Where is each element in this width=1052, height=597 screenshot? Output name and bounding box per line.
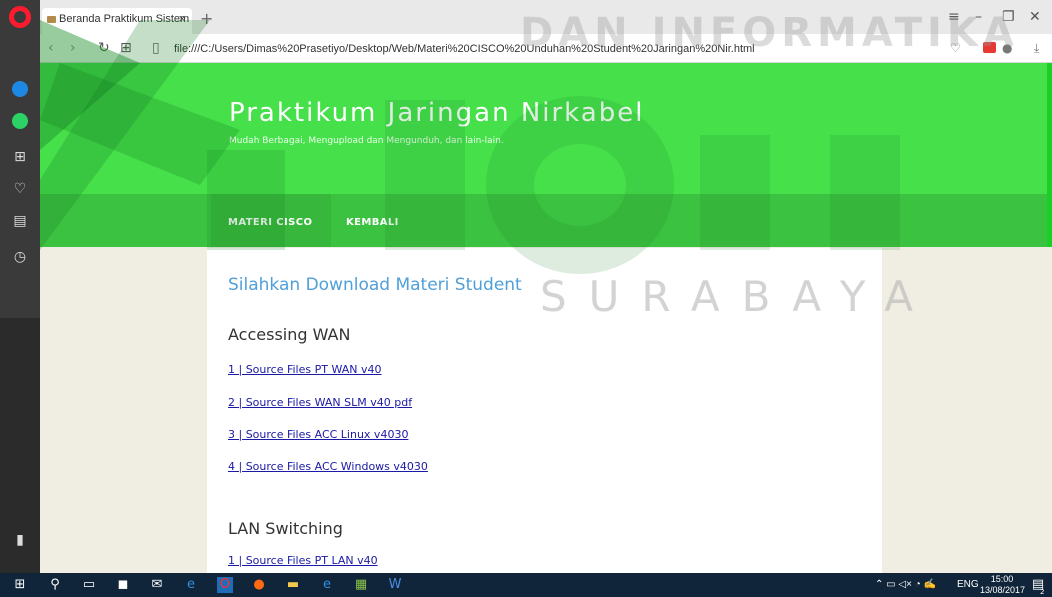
address-bar: ‹ › ↻ ⊞ ▯ file:///C:/Users/Dimas%20Prase…: [40, 34, 1052, 63]
screen: ⊞ ♡ ▤ ◷ ▮ Beranda Praktikum Sistem × + ≡…: [0, 0, 1052, 597]
back-icon[interactable]: ‹: [48, 38, 54, 58]
history-clock-icon[interactable]: ◷: [8, 246, 32, 268]
adblock-icon[interactable]: [983, 42, 996, 53]
tab-bar: Beranda Praktikum Sistem × + ≡ – ❐ ✕: [40, 0, 1052, 34]
internet-explorer-icon[interactable]: e: [319, 577, 335, 593]
download-link[interactable]: 1 | Source Files PT LAN v40: [228, 554, 378, 567]
search-icon[interactable]: ⚲: [47, 577, 63, 593]
site-tagline: Mudah Berbagai, Mengupload dan Mengunduh…: [229, 136, 504, 146]
favicon-icon: [47, 16, 56, 23]
file-explorer-icon[interactable]: ▬: [285, 577, 301, 593]
url-field[interactable]: file:///C:/Users/Dimas%20Prasetiyo/Deskt…: [174, 40, 755, 58]
windows-start-icon[interactable]: ⊞: [12, 577, 28, 593]
clock-time: 15:00: [990, 574, 1014, 584]
tab-close-icon[interactable]: ×: [178, 8, 186, 30]
nav-kembali[interactable]: KEMBALI: [346, 217, 399, 228]
reload-icon[interactable]: ↻: [98, 38, 110, 58]
download-link[interactable]: 2 | Source Files WAN SLM v40 pdf: [228, 396, 412, 409]
main-nav: [40, 194, 1047, 247]
restore-icon[interactable]: ❐: [1002, 8, 1015, 26]
language-indicator[interactable]: ENG: [957, 577, 979, 593]
taskbar: ⊞ ⚲ ▭ ◼ ✉ e O ● ▬ e ▦ W ⌃ ▭ ◁× ◔ ✍ ENG 1…: [0, 573, 1052, 597]
notepad-icon[interactable]: ▦: [353, 577, 369, 593]
tab-title: Beranda Praktikum Sistem: [59, 13, 190, 25]
page-scrollbar[interactable]: [1047, 63, 1052, 247]
nav-materi-cisco[interactable]: MATERI CISCO: [228, 217, 312, 228]
download-link[interactable]: 1 | Source Files PT WAN v40: [228, 363, 382, 376]
browser-tab[interactable]: Beranda Praktikum Sistem ×: [42, 8, 192, 34]
download-icon[interactable]: ⤓: [1034, 39, 1039, 57]
opera-taskbar-icon[interactable]: O: [217, 577, 233, 593]
firefox-icon[interactable]: ●: [251, 577, 267, 593]
speed-dial-icon[interactable]: ⊞: [8, 146, 32, 168]
clock[interactable]: 15:00 13/08/2017: [980, 574, 1026, 596]
content-heading: Silahkan Download Materi Student: [228, 275, 522, 295]
task-view-icon[interactable]: ▭: [81, 577, 97, 593]
speed-dial-grid-icon[interactable]: ⊞: [120, 38, 132, 58]
download-link[interactable]: 4 | Source Files ACC Windows v4030: [228, 460, 428, 473]
new-tab-button[interactable]: +: [200, 8, 213, 30]
news-icon[interactable]: ▤: [8, 210, 32, 232]
section-title-accessing-wan: Accessing WAN: [228, 325, 351, 344]
word-icon[interactable]: W: [387, 577, 403, 593]
tray-icons[interactable]: ⌃ ▭ ◁× ◔ ✍: [875, 577, 936, 593]
vpn-icon[interactable]: ●: [1002, 39, 1012, 57]
whatsapp-icon[interactable]: [12, 113, 28, 129]
opera-sidebar: ⊞ ♡ ▤ ◷ ▮: [0, 0, 40, 573]
bookmark-heart-icon[interactable]: ♡: [950, 39, 961, 57]
forward-icon[interactable]: ›: [70, 38, 76, 58]
messenger-icon[interactable]: [12, 81, 28, 97]
section-title-lan-switching: LAN Switching: [228, 519, 343, 538]
page-info-icon[interactable]: ▯: [152, 38, 160, 58]
minimize-icon[interactable]: –: [975, 8, 982, 26]
download-link[interactable]: 3 | Source Files ACC Linux v4030: [228, 428, 408, 441]
tab-menu-icon[interactable]: ≡: [948, 8, 960, 26]
web-page: Praktikum Jaringan Nirkabel Mudah Berbag…: [40, 63, 1052, 573]
notification-count: 2: [1040, 588, 1045, 596]
edge-icon[interactable]: e: [183, 577, 199, 593]
store-icon[interactable]: ◼: [115, 577, 131, 593]
notification-center-icon[interactable]: ▤ 2: [1030, 577, 1046, 596]
opera-logo-icon[interactable]: [9, 6, 31, 28]
bookmarks-heart-icon[interactable]: ♡: [8, 178, 32, 200]
site-title: Praktikum Jaringan Nirkabel: [229, 98, 645, 128]
content-card: Silahkan Download Materi Student Accessi…: [207, 248, 882, 573]
mail-icon[interactable]: ✉: [149, 577, 165, 593]
close-window-icon[interactable]: ✕: [1029, 8, 1041, 26]
clock-date: 13/08/2017: [980, 585, 1026, 595]
sidebar-toggle-icon[interactable]: ▮: [8, 529, 32, 551]
